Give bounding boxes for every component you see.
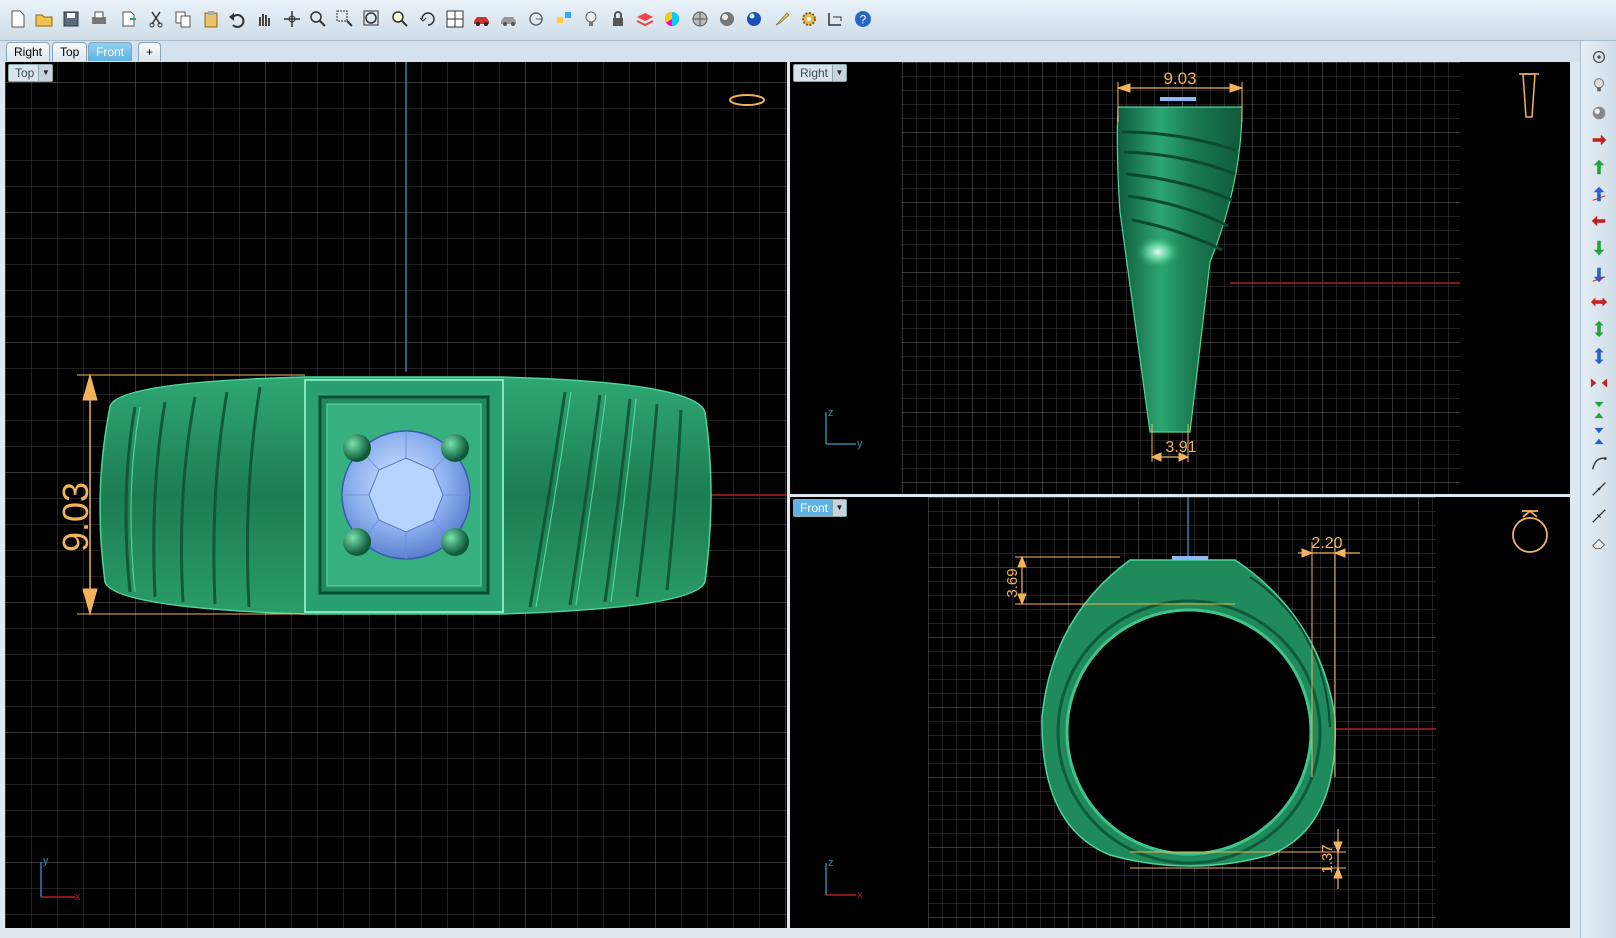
arrow-down-blue-icon[interactable]: [1589, 265, 1609, 285]
viewport-right[interactable]: 9.03 3.91 z y Right ▼: [790, 62, 1570, 494]
arrow-up-blue-icon[interactable]: [1589, 184, 1609, 204]
snap-icon[interactable]: [553, 8, 575, 30]
svg-text:y: y: [43, 855, 49, 867]
svg-text:x: x: [857, 889, 863, 901]
gear-icon[interactable]: [798, 8, 820, 30]
cut-icon[interactable]: [145, 8, 167, 30]
dimension-label-right-top: 9.03: [1163, 69, 1196, 88]
eraser-icon[interactable]: [1589, 533, 1609, 553]
dimension-label-right-bottom: 3.91: [1165, 439, 1196, 456]
layers-icon[interactable]: [634, 8, 656, 30]
rotate-view-icon[interactable]: [417, 8, 439, 30]
help-icon[interactable]: ?: [852, 8, 874, 30]
dimension-icon[interactable]: [825, 8, 847, 30]
view-cube-icon-front[interactable]: [1512, 509, 1548, 553]
zoom-extents-icon[interactable]: [361, 8, 383, 30]
light-icon[interactable]: [580, 8, 602, 30]
new-file-icon[interactable]: [6, 8, 28, 30]
sphere-icon[interactable]: [1589, 103, 1609, 123]
svg-text:?: ?: [860, 13, 867, 27]
viewport-label-top[interactable]: Top ▼: [8, 64, 54, 82]
shaded-sphere-icon[interactable]: [689, 8, 711, 30]
curve-tool-icon[interactable]: [1589, 453, 1609, 473]
ring-top-view: [99, 376, 712, 615]
open-folder-icon[interactable]: [33, 8, 55, 30]
render-sphere-icon[interactable]: [716, 8, 738, 30]
arrow-left-red-icon[interactable]: [1589, 211, 1609, 231]
main-toolbar: ?: [0, 0, 1616, 41]
viewport-top[interactable]: 9.03 y x Top ▼: [5, 62, 787, 928]
line-tool-icon[interactable]: [1589, 479, 1609, 499]
color-wheel-icon[interactable]: [661, 8, 683, 30]
circle-icon[interactable]: [525, 8, 547, 30]
right-view-scene: 9.03 3.91 z y: [825, 62, 1539, 494]
save-icon[interactable]: [60, 8, 82, 30]
print-icon[interactable]: [88, 8, 110, 30]
arrows-vertical-blue-icon[interactable]: [1589, 346, 1609, 366]
arrows-in-red-icon[interactable]: [1589, 373, 1609, 393]
chevron-down-icon[interactable]: ▼: [832, 65, 847, 81]
blue-sphere-icon[interactable]: [743, 8, 765, 30]
line-tool-2-icon[interactable]: [1589, 506, 1609, 526]
dimension-label-top: 9.03: [55, 482, 96, 552]
view-cube-icon-right[interactable]: [1519, 73, 1539, 118]
arrows-in-blue-icon[interactable]: [1589, 426, 1609, 446]
camera-icon[interactable]: [1589, 47, 1609, 67]
light-bulb-icon[interactable]: [1589, 75, 1609, 95]
dimension-label-front-right: 2.20: [1311, 535, 1342, 552]
pan-hand-icon[interactable]: [253, 8, 275, 30]
tab-right[interactable]: Right: [6, 42, 51, 61]
chevron-down-icon[interactable]: ▼: [832, 500, 847, 516]
viewport-label-front[interactable]: Front ▼: [793, 499, 848, 517]
front-view-scene: 3.69 2.20 1.37 z x: [825, 497, 1548, 928]
tab-front[interactable]: Front: [88, 42, 133, 61]
car-gray-icon[interactable]: [498, 8, 520, 30]
arrow-down-green-icon[interactable]: [1589, 238, 1609, 258]
svg-text:x: x: [75, 891, 81, 903]
tab-add[interactable]: +: [138, 42, 162, 61]
highlighter-icon[interactable]: [771, 8, 793, 30]
export-icon[interactable]: [117, 8, 139, 30]
arrows-in-green-icon[interactable]: [1589, 400, 1609, 420]
viewport-tab-strip: Right Top Front +: [0, 41, 1580, 62]
chevron-down-icon[interactable]: ▼: [38, 65, 53, 81]
copy-icon[interactable]: [172, 8, 194, 30]
move-icon[interactable]: [281, 8, 303, 30]
top-view-scene: 9.03 y x: [5, 62, 787, 928]
paste-icon[interactable]: [200, 8, 222, 30]
arrows-horizontal-red-icon[interactable]: [1589, 292, 1609, 312]
undo-icon[interactable]: [226, 8, 248, 30]
svg-text:z: z: [828, 857, 834, 869]
zoom-selected-icon[interactable]: [389, 8, 411, 30]
dimension-label-front-left: 3.69: [1004, 568, 1021, 597]
viewport-front[interactable]: 3.69 2.20 1.37 z x Front ▼: [790, 497, 1570, 928]
tab-top[interactable]: Top: [52, 42, 88, 61]
arrow-right-red-icon[interactable]: [1589, 130, 1609, 150]
viewport-layout-icon[interactable]: [444, 8, 466, 30]
dimension-label-front-bottom: 1.37: [1319, 844, 1336, 873]
car-icon[interactable]: [471, 8, 493, 30]
axis-gizmo-right: z y: [825, 407, 863, 450]
viewport-label-right[interactable]: Right ▼: [793, 64, 848, 82]
zoom-window-icon[interactable]: [334, 8, 356, 30]
arrow-up-green-icon[interactable]: [1589, 157, 1609, 177]
axis-gizmo-front: z x: [825, 857, 863, 901]
lock-icon[interactable]: [607, 8, 629, 30]
svg-text:y: y: [857, 438, 863, 450]
arrows-vertical-green-icon[interactable]: [1589, 319, 1609, 339]
right-tool-palette: [1580, 41, 1616, 938]
zoom-icon[interactable]: [307, 8, 329, 30]
svg-text:z: z: [828, 407, 834, 419]
